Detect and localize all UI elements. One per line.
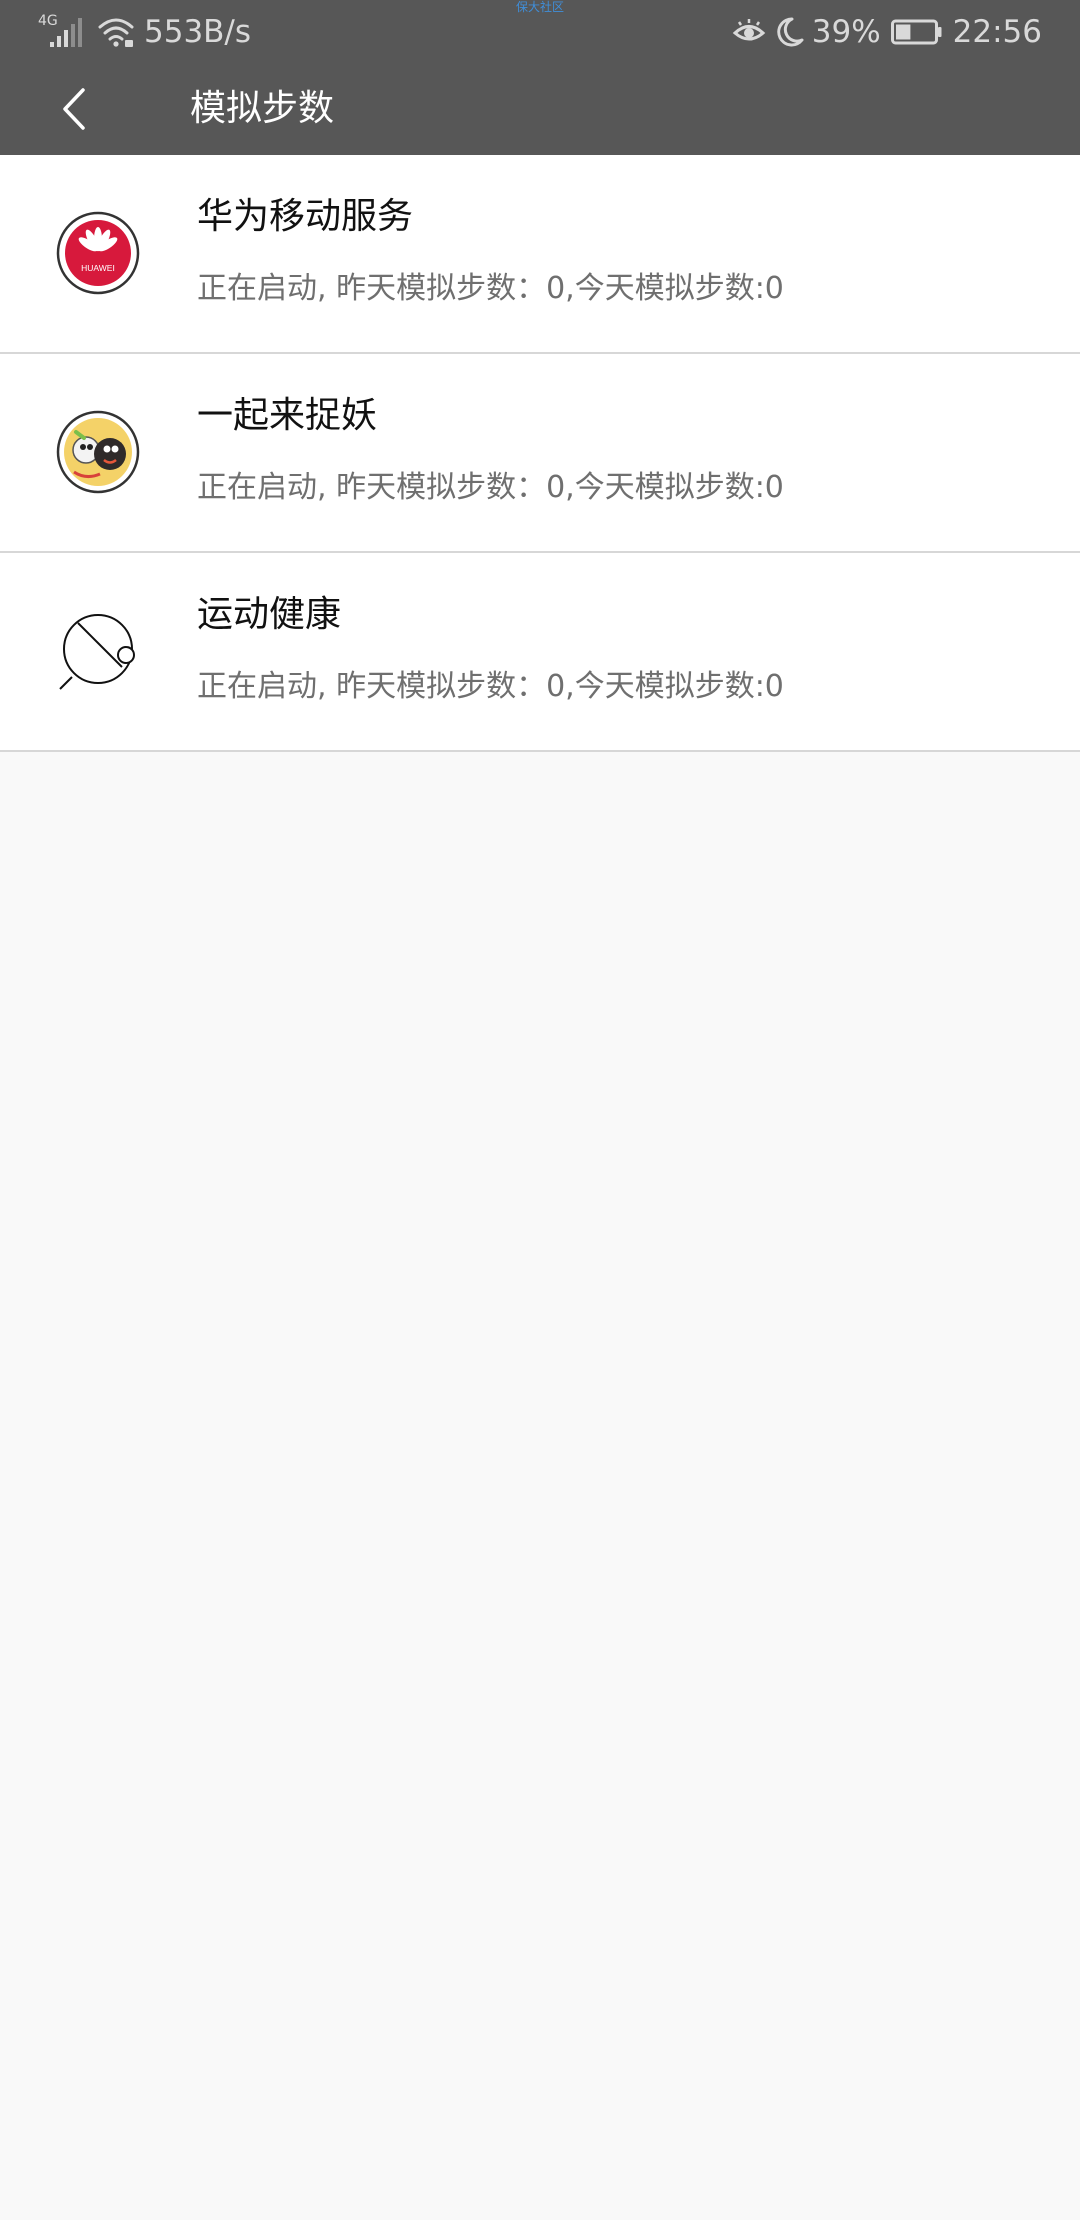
app-status: 正在启动, 昨天模拟步数：0,今天模拟步数:0 xyxy=(197,271,784,306)
app-name: 运动健康 xyxy=(197,594,342,635)
status-right: 39% 22:56 xyxy=(732,14,1042,50)
app-status: 正在启动, 昨天模拟步数：0,今天模拟步数:0 xyxy=(197,470,784,505)
page-title: 模拟步数 xyxy=(190,88,335,129)
status-left: 4G 553B/s xyxy=(38,14,251,50)
sports-health-icon xyxy=(56,609,140,693)
app-name: 华为移动服务 xyxy=(197,196,414,237)
eye-comfort-icon xyxy=(732,17,766,47)
battery-percent: 39% xyxy=(811,14,881,50)
yiqilaizhuoyao-game-icon xyxy=(56,410,140,494)
list-item-yiqilaizhuoyao[interactable]: 一起来捉妖 正在启动, 昨天模拟步数：0,今天模拟步数:0 xyxy=(0,354,1080,553)
clock: 22:56 xyxy=(952,14,1042,50)
app-list: HUAWEI 华为移动服务 正在启动, 昨天模拟步数：0,今天模拟步数:0 一起… xyxy=(0,155,1080,752)
network-speed: 553B/s xyxy=(144,14,252,50)
app-bar: 模拟步数 xyxy=(0,64,1080,155)
list-item-huawei-mobile-services[interactable]: HUAWEI 华为移动服务 正在启动, 昨天模拟步数：0,今天模拟步数:0 xyxy=(0,155,1080,354)
wifi-icon xyxy=(98,16,134,48)
list-item-sports-health[interactable]: 运动健康 正在启动, 昨天模拟步数：0,今天模拟步数:0 xyxy=(0,553,1080,752)
app-name: 一起来捉妖 xyxy=(197,395,378,436)
network-type: 4G xyxy=(38,13,58,29)
moon-icon xyxy=(774,16,804,48)
back-button[interactable] xyxy=(50,85,98,133)
huawei-logo-text: HUAWEI xyxy=(81,263,115,273)
app-status: 正在启动, 昨天模拟步数：0,今天模拟步数:0 xyxy=(197,669,784,704)
status-bar: 保大社区 4G 553B/s 39% 22:56 xyxy=(0,0,1080,64)
huawei-mobile-services-icon: HUAWEI xyxy=(56,211,140,295)
battery-icon xyxy=(890,19,943,45)
top-note: 保大社区 xyxy=(515,0,564,14)
top-bar: 保大社区 4G 553B/s 39% 22:56 模拟步数 xyxy=(0,0,1080,155)
back-arrow-icon xyxy=(63,88,85,130)
signal-icon: 4G xyxy=(38,14,84,50)
